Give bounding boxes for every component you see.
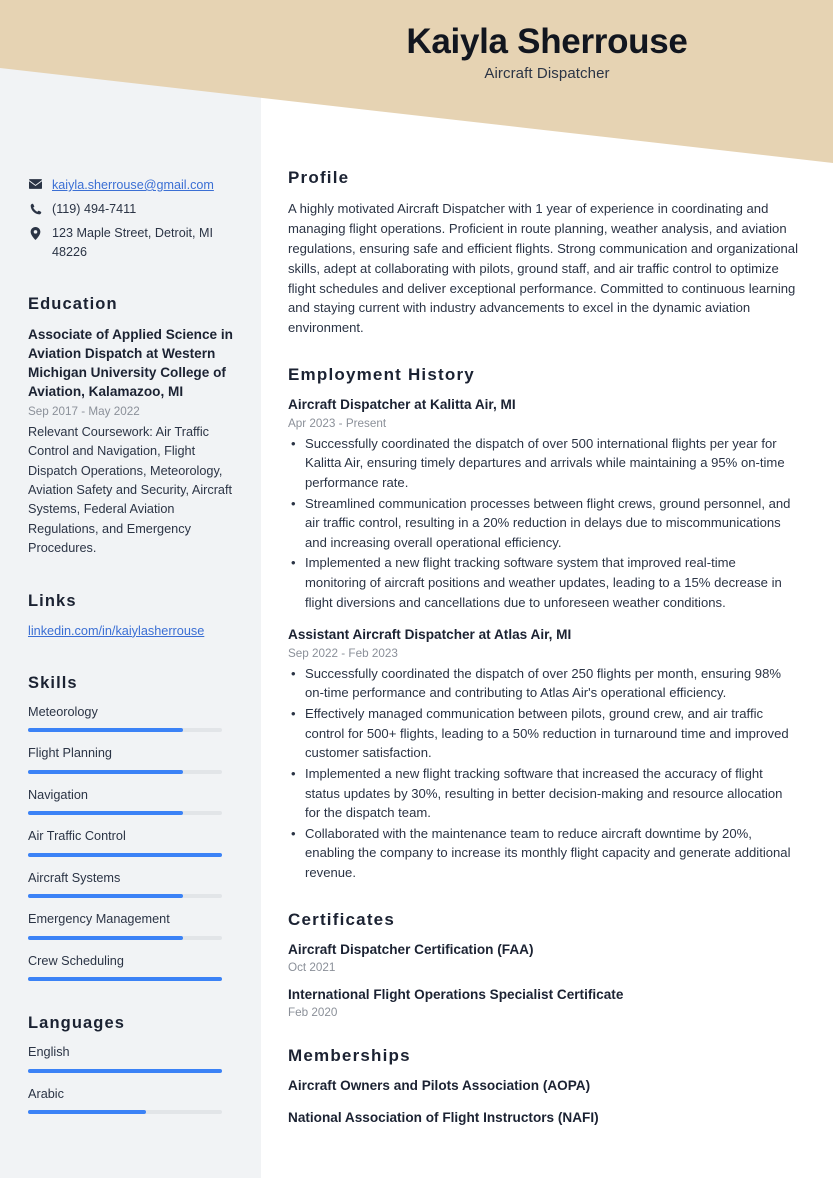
languages-heading: Languages <box>28 1014 126 1033</box>
contact-list: kaiyla.sherrouse@gmail.com (119) 494-741… <box>28 176 235 262</box>
contact-item-email: kaiyla.sherrouse@gmail.com <box>28 176 235 195</box>
contact-item-address: 123 Maple Street, Detroit, MI 48226 <box>28 224 235 262</box>
skill-level-track <box>28 728 222 733</box>
certificate-entry: Aircraft Dispatcher Certification (FAA) … <box>288 941 799 974</box>
skill-item: Navigation <box>28 787 235 816</box>
skill-level-fill <box>28 977 222 982</box>
employment-date: Apr 2023 - Present <box>288 416 387 430</box>
sidebar: kaiyla.sherrouse@gmail.com (119) 494-741… <box>0 0 261 1147</box>
skill-level-fill <box>28 728 184 733</box>
skill-label: Flight Planning <box>28 746 112 761</box>
skill-level-track <box>28 769 222 774</box>
skill-level-fill <box>28 894 184 899</box>
employment-date: Sep 2022 - Feb 2023 <box>288 646 398 660</box>
employment-bullets: Successfully coordinated the dispatch of… <box>288 434 799 613</box>
skill-item: Air Traffic Control <box>28 828 235 857</box>
employment-entry: Aircraft Dispatcher at Kalitta Air, MI A… <box>288 396 799 612</box>
skill-item: Aircraft Systems <box>28 870 235 899</box>
skill-label: Navigation <box>28 787 88 802</box>
location-pin-icon <box>28 224 43 240</box>
bullet-item: Implemented a new flight tracking softwa… <box>288 764 799 823</box>
skill-level-fill <box>28 852 222 857</box>
languages-list: English Arabic <box>28 1044 235 1115</box>
profile-section: Profile A highly motivated Aircraft Disp… <box>288 168 799 338</box>
education-degree: Associate of Applied Science in Aviation… <box>28 326 233 400</box>
skill-label: Meteorology <box>28 704 98 719</box>
contact-address: 123 Maple Street, Detroit, MI 48226 <box>52 225 213 259</box>
language-level-track <box>28 1068 222 1073</box>
memberships-section: Memberships Aircraft Owners and Pilots A… <box>288 1046 799 1127</box>
memberships-heading: Memberships <box>288 1046 411 1066</box>
skill-level-track <box>28 811 222 816</box>
skill-level-fill <box>28 811 184 816</box>
certificates-section: Certificates Aircraft Dispatcher Certifi… <box>288 910 799 1020</box>
skills-heading: Skills <box>28 673 78 692</box>
language-item: Arabic <box>28 1086 235 1115</box>
links-heading: Links <box>28 591 77 610</box>
language-label: Arabic <box>28 1086 64 1101</box>
main-column: Profile A highly motivated Aircraft Disp… <box>261 0 833 1147</box>
membership-entry: Aircraft Owners and Pilots Association (… <box>288 1078 591 1094</box>
skill-level-track <box>28 894 222 899</box>
bullet-item: Collaborated with the maintenance team t… <box>288 824 799 883</box>
education-heading: Education <box>28 294 118 313</box>
certificate-entry: International Flight Operations Speciali… <box>288 986 799 1019</box>
education-entry: Associate of Applied Science in Aviation… <box>28 325 235 559</box>
contact-email[interactable]: kaiyla.sherrouse@gmail.com <box>52 176 214 195</box>
bullet-item: Successfully coordinated the dispatch of… <box>288 434 799 493</box>
education-description: Relevant Coursework: Air Traffic Control… <box>28 424 233 556</box>
linkedin-link[interactable]: linkedin.com/in/kaiylasherrouse <box>28 624 204 638</box>
education-date: Sep 2017 - May 2022 <box>28 404 140 418</box>
skill-label: Air Traffic Control <box>28 829 126 844</box>
employment-entry: Assistant Aircraft Dispatcher at Atlas A… <box>288 626 799 882</box>
skill-level-track <box>28 852 222 857</box>
contact-phone: (119) 494-7411 <box>52 201 137 216</box>
language-level-track <box>28 1110 222 1115</box>
employment-title: Aircraft Dispatcher at Kalitta Air, MI <box>288 397 516 413</box>
skill-item: Crew Scheduling <box>28 953 235 982</box>
bullet-item: Implemented a new flight tracking softwa… <box>288 553 799 612</box>
skill-level-track <box>28 935 222 940</box>
employment-bullets: Successfully coordinated the dispatch of… <box>288 664 799 883</box>
envelope-icon <box>28 176 43 189</box>
language-item: English <box>28 1044 235 1073</box>
skill-label: Emergency Management <box>28 912 170 927</box>
resume-page: Kaiyla Sherrouse Aircraft Dispatcher kai… <box>0 0 833 1178</box>
skill-item: Flight Planning <box>28 745 235 774</box>
skills-list: Meteorology Flight Planning Navigation A… <box>28 704 235 982</box>
language-level-fill <box>28 1068 222 1073</box>
skill-label: Crew Scheduling <box>28 953 124 968</box>
employment-heading: Employment History <box>288 365 475 385</box>
certificate-date: Oct 2021 <box>288 961 336 975</box>
profile-text: A highly motivated Aircraft Dispatcher w… <box>288 201 798 336</box>
bullet-item: Successfully coordinated the dispatch of… <box>288 664 799 703</box>
certificate-title: International Flight Operations Speciali… <box>288 987 624 1003</box>
skill-level-fill <box>28 935 184 940</box>
profile-heading: Profile <box>288 168 350 187</box>
phone-icon <box>28 200 43 215</box>
bullet-item: Effectively managed communication betwee… <box>288 704 799 763</box>
link-list-item: linkedin.com/in/kaiylasherrouse <box>28 622 235 641</box>
membership-entry: National Association of Flight Instructo… <box>288 1109 599 1125</box>
skill-level-track <box>28 977 222 982</box>
skill-item: Meteorology <box>28 704 235 733</box>
language-level-fill <box>28 1110 147 1115</box>
skill-label: Aircraft Systems <box>28 870 121 885</box>
skill-level-fill <box>28 769 184 774</box>
certificate-title: Aircraft Dispatcher Certification (FAA) <box>288 941 534 957</box>
employment-title: Assistant Aircraft Dispatcher at Atlas A… <box>288 627 572 643</box>
employment-section: Employment History Aircraft Dispatcher a… <box>288 365 799 883</box>
certificate-date: Feb 2020 <box>288 1006 338 1020</box>
contact-item-phone: (119) 494-7411 <box>28 200 235 219</box>
certificates-heading: Certificates <box>288 909 395 929</box>
language-label: English <box>28 1045 70 1060</box>
bullet-item: Streamlined communication processes betw… <box>288 494 799 553</box>
skill-item: Emergency Management <box>28 911 235 940</box>
